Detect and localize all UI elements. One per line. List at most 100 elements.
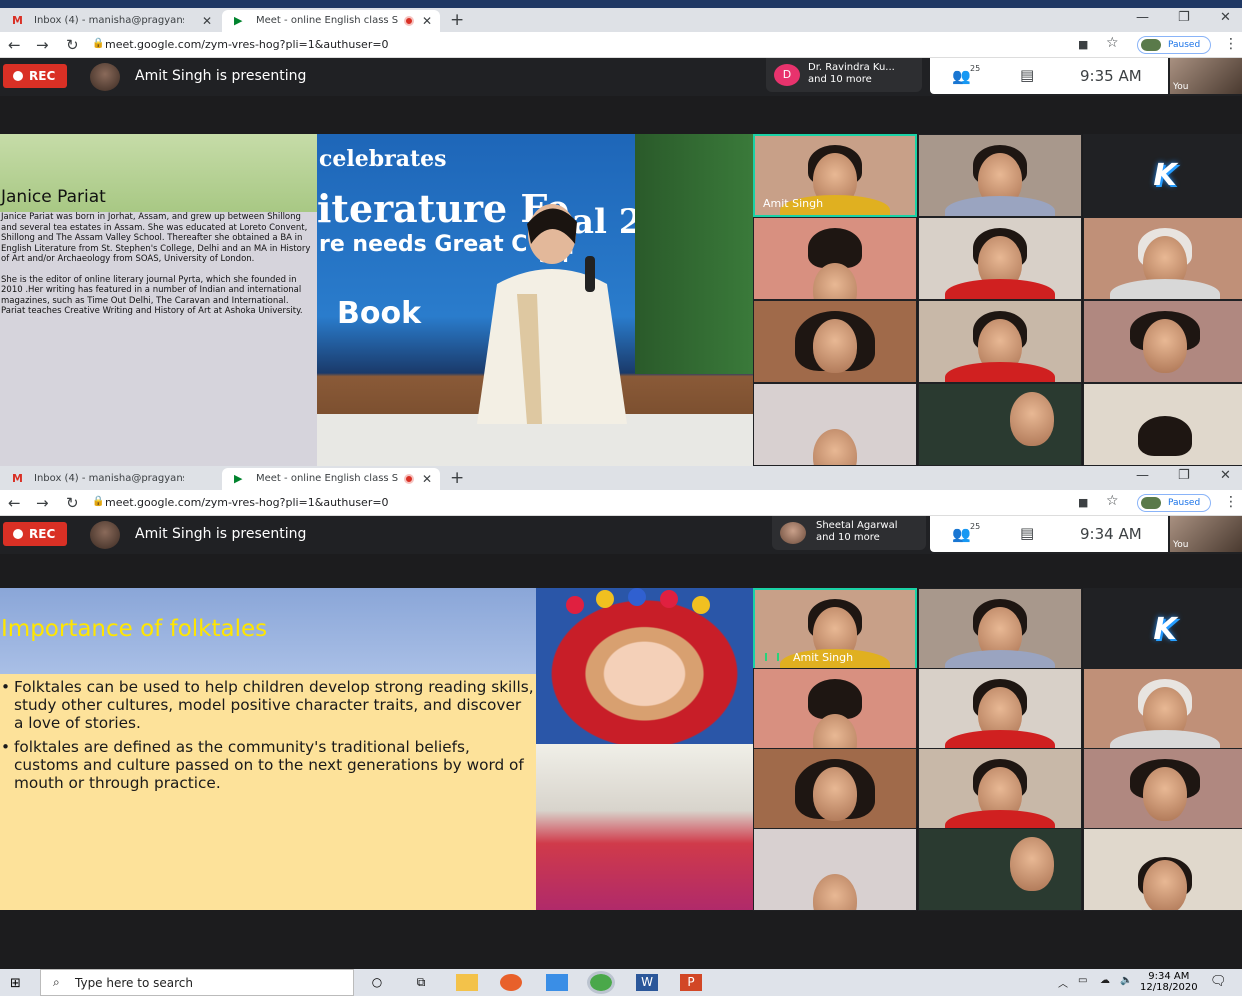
participant-tile[interactable] — [1083, 828, 1242, 911]
rec-button[interactable]: REC — [3, 64, 67, 88]
self-view-tile[interactable]: You — [1170, 58, 1242, 94]
new-tab-icon[interactable]: + — [450, 10, 464, 30]
self-view-tile[interactable]: You — [1170, 516, 1242, 552]
restore-icon[interactable]: ❐ — [1178, 468, 1190, 483]
close-window-icon[interactable]: ✕ — [1220, 10, 1231, 25]
participant-tile[interactable]: Amit Singh — [753, 134, 917, 217]
menu-icon[interactable]: ⋮ — [1224, 494, 1238, 510]
chat-icon[interactable]: ▤ — [1020, 524, 1034, 542]
tab-meet[interactable]: ▶ Meet - online English class S ✕ — [222, 468, 440, 490]
participant-tile[interactable] — [753, 217, 917, 300]
file-explorer-icon[interactable] — [456, 974, 478, 991]
word-icon[interactable]: W — [636, 974, 658, 991]
bookmark-star-icon[interactable]: ☆ — [1106, 35, 1119, 51]
meeting-time: 9:34 AM — [1080, 525, 1142, 543]
face — [813, 766, 857, 821]
bullet-item: Folktales can be used to help children d… — [0, 678, 534, 732]
url-field[interactable]: meet.google.com/zym-vres-hog?pli=1&authu… — [105, 496, 389, 509]
tab-meet[interactable]: ▶ Meet - online English class S ✕ — [222, 10, 440, 32]
participant-tile[interactable]: Amit Singh — [753, 588, 917, 671]
rec-button[interactable]: REC — [3, 522, 67, 546]
participant-tile[interactable] — [753, 383, 917, 466]
close-tab-icon[interactable]: ✕ — [422, 472, 432, 486]
people-icon[interactable]: 👥 — [952, 525, 971, 543]
participant-tile[interactable] — [753, 828, 917, 911]
active-speaker-chip[interactable]: Sheetal Agarwal and 10 more — [772, 516, 926, 550]
participant-tile[interactable] — [1083, 217, 1242, 300]
participant-tile[interactable] — [918, 383, 1082, 466]
chrome-icon[interactable] — [587, 971, 615, 994]
onedrive-icon[interactable]: ☁ — [1100, 975, 1110, 986]
shirt — [1110, 279, 1220, 299]
active-speaker-chip[interactable]: D Dr. Ravindra Ku... and 10 more — [766, 58, 922, 92]
close-window-icon[interactable]: ✕ — [1220, 468, 1231, 483]
forward-icon[interactable]: → — [36, 494, 49, 512]
taskbar-search[interactable]: ⌕ Type here to search — [40, 969, 354, 996]
participant-tile[interactable] — [918, 588, 1082, 671]
participant-tile[interactable] — [753, 668, 917, 751]
participant-tile[interactable] — [1083, 383, 1242, 466]
reload-icon[interactable]: ↻ — [66, 494, 79, 512]
network-icon[interactable]: ▭ — [1078, 975, 1087, 986]
menu-icon[interactable]: ⋮ — [1224, 36, 1238, 52]
participant-tile[interactable] — [918, 668, 1082, 751]
camera-icon[interactable]: ■ — [1078, 38, 1088, 51]
notification-icon[interactable]: 🗨 — [1210, 974, 1227, 989]
firefox-icon[interactable] — [500, 974, 522, 991]
task-view-icon[interactable]: ⧉ — [410, 974, 432, 991]
close-tab-icon[interactable]: ✕ — [202, 14, 212, 28]
tab-gmail[interactable]: M Inbox (4) - manisha@pragyansch — [0, 468, 220, 490]
participant-tile[interactable] — [918, 748, 1082, 831]
participant-tile[interactable] — [918, 300, 1082, 383]
participant-tile[interactable] — [1083, 748, 1242, 831]
participant-tile[interactable] — [918, 828, 1082, 911]
forward-icon[interactable]: → — [36, 36, 49, 54]
participant-tile[interactable]: K — [1083, 588, 1242, 671]
url-field[interactable]: meet.google.com/zym-vres-hog?pli=1&authu… — [105, 38, 389, 51]
participant-tile[interactable] — [753, 748, 917, 831]
back-icon[interactable]: ← — [8, 494, 21, 512]
tab-bar: M Inbox (4) - manisha@pragyansch ✕ ▶ Mee… — [0, 8, 1242, 32]
meet-topbar: REC Amit Singh is presenting Sheetal Aga… — [0, 516, 1242, 554]
mail-app-icon[interactable] — [546, 974, 568, 991]
participant-tile[interactable]: K — [1083, 134, 1242, 217]
face — [813, 428, 857, 465]
taskbar-clock[interactable]: 9:34 AM 12/18/2020 — [1140, 971, 1198, 993]
bookmark-star-icon[interactable]: ☆ — [1106, 493, 1119, 509]
profile-button[interactable]: Paused — [1137, 494, 1211, 512]
windows-start-icon[interactable]: ⊞ — [10, 976, 21, 991]
participant-tile[interactable] — [918, 217, 1082, 300]
people-icon[interactable]: 👥 — [952, 67, 971, 85]
participant-tile[interactable] — [1083, 668, 1242, 751]
camera-icon[interactable]: ■ — [1078, 496, 1088, 509]
tab-gmail[interactable]: M Inbox (4) - manisha@pragyansch ✕ — [0, 10, 220, 32]
gmail-icon: M — [12, 14, 23, 27]
back-icon[interactable]: ← — [8, 36, 21, 54]
meeting-time: 9:35 AM — [1080, 67, 1142, 85]
cortana-icon[interactable]: ○ — [366, 974, 388, 991]
participant-tile[interactable] — [1083, 300, 1242, 383]
palm-foliage — [635, 134, 753, 374]
powerpoint-icon[interactable]: P — [680, 974, 702, 991]
presenter-avatar — [90, 63, 120, 91]
face — [1143, 318, 1187, 373]
meet-topbar: REC Amit Singh is presenting D Dr. Ravin… — [0, 58, 1242, 96]
profile-button[interactable]: Paused — [1137, 36, 1211, 54]
participant-count: 25 — [970, 522, 981, 531]
windows-taskbar: ⊞ ⌕ Type here to search ○ ⧉ W P ︿ ▭ ☁ 🔈 … — [0, 969, 1242, 996]
reload-icon[interactable]: ↻ — [66, 36, 79, 54]
close-tab-icon[interactable]: ✕ — [422, 14, 432, 28]
top-strip — [0, 0, 1242, 8]
shirt — [945, 279, 1055, 299]
volume-icon[interactable]: 🔈 — [1120, 975, 1132, 986]
new-tab-icon[interactable]: + — [450, 468, 464, 488]
participant-tile[interactable] — [918, 134, 1082, 217]
face — [1010, 392, 1055, 447]
speaker-photo — [477, 204, 627, 424]
participant-tile[interactable] — [753, 300, 917, 383]
chevron-up-icon[interactable]: ︿ — [1058, 975, 1068, 990]
restore-icon[interactable]: ❐ — [1178, 10, 1190, 25]
minimize-icon[interactable]: — — [1136, 468, 1149, 483]
chat-icon[interactable]: ▤ — [1020, 66, 1034, 84]
minimize-icon[interactable]: — — [1136, 10, 1149, 25]
